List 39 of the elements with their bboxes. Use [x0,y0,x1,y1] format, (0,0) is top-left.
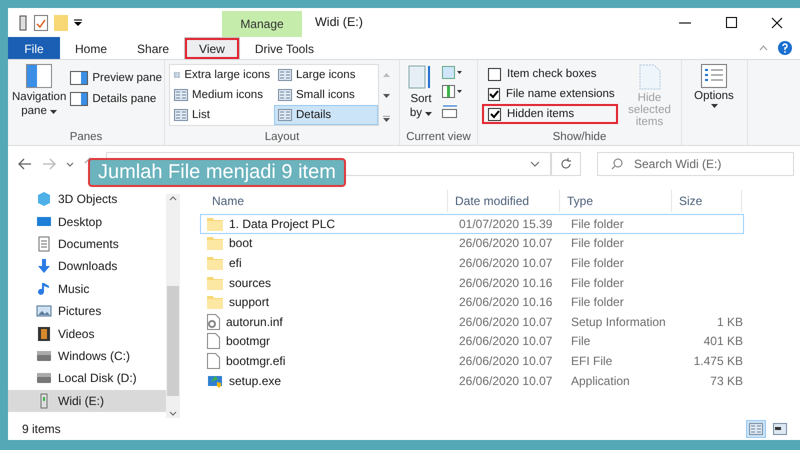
type-cell-text: File folder [571,295,625,310]
file-name: setup.exe [229,374,282,388]
file-name: boot [229,236,252,250]
file-name: support [229,295,270,310]
date-cell-text: 26/06/2020 10.07 [459,256,554,270]
group-label: Show/hide [552,131,608,143]
date-cell-text: 26/06/2020 10.07 [459,334,554,348]
window-title: Widi (E:) [314,15,364,31]
type-cell-text: File folder [571,256,625,270]
size-cell-text: 73 KB [709,374,743,388]
type-cell-text: File folder [571,216,625,231]
date-cell-text: 26/06/2020 10.16 [459,295,554,310]
type-cell-text: Setup Information [571,314,667,329]
date-cell-text: 26/06/2020 10.07 [459,374,554,388]
file-name: 1. Data Project PLC [229,216,336,231]
date-cell-text: 26/06/2020 10.16 [459,276,554,290]
file-name: bootmgr [226,334,270,348]
size-cell-text: 1.475 KB [692,354,743,368]
file-name: autorun.inf [226,314,283,329]
size-cell-text: 1 KB [716,314,743,329]
size-cell-text: 401 KB [702,334,743,348]
file-name: efi [229,256,242,270]
group-label: Panes [68,131,104,143]
type-cell-text: File folder [571,276,625,290]
item-count: 9 items [22,422,61,436]
type-cell-text: File [571,334,592,348]
annotation-tooltip: Jumlah File menjadi 9 item [88,158,346,187]
date-cell-text: 26/06/2020 10.07 [459,236,554,250]
file-name: bootmgr.efi [226,354,286,368]
type-cell-text: Application [571,374,631,388]
file-name: sources [229,276,272,290]
group-label: Current view [405,131,472,143]
type-cell-text: File folder [571,236,625,250]
group-label: Layout [264,131,300,143]
date-cell-text: 01/07/2020 15.39 [459,216,554,231]
date-cell-text: 26/06/2020 10.07 [459,314,554,329]
date-cell-text: 26/06/2020 10.07 [459,354,554,368]
type-cell-text: EFI File [571,354,614,368]
context-tab-label: Manage [222,11,302,37]
